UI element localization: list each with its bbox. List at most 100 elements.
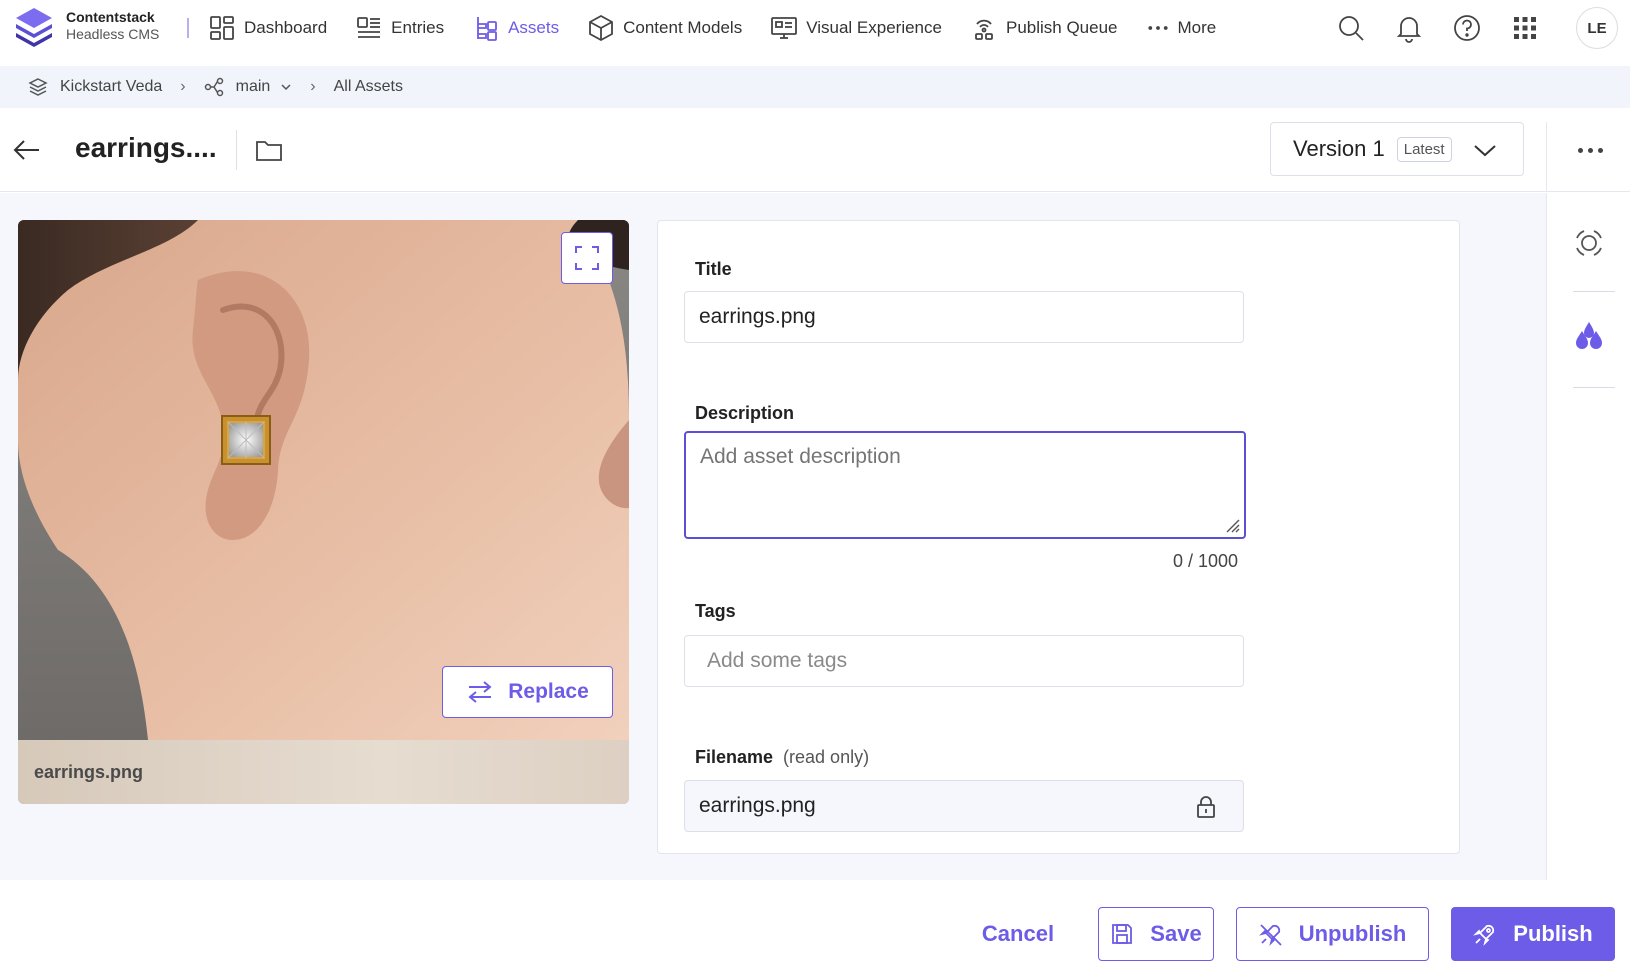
save-label: Save	[1150, 921, 1202, 946]
chevron-down-icon	[1474, 145, 1496, 157]
description-char-count: 0 / 1000	[1172, 551, 1238, 571]
breadcrumb-stack-label: Kickstart Veda	[60, 78, 163, 95]
floppy-disk-icon	[1112, 924, 1133, 944]
nav-visual-experience-label: Visual Experience	[806, 18, 942, 37]
filename-label-text: Filename	[695, 747, 774, 767]
publish-queue-icon	[975, 19, 993, 40]
filename-value: earrings.png	[699, 794, 816, 817]
asset-header: earrings.... Version 1 Latest	[0, 108, 1630, 192]
nav-dashboard-label: Dashboard	[244, 18, 328, 37]
main-nav: Dashboard Entries Assets Content Models …	[208, 0, 1244, 56]
version-dropdown[interactable]: Version 1 Latest	[1270, 122, 1524, 176]
swap-arrows-icon	[468, 681, 492, 703]
search-icon	[1339, 16, 1364, 41]
notifications-button[interactable]	[1392, 11, 1426, 45]
folder-icon	[256, 141, 282, 161]
cancel-button[interactable]: Cancel	[968, 907, 1068, 961]
back-button[interactable]	[12, 136, 44, 164]
tags-input[interactable]: Add some tags	[684, 635, 1244, 687]
publish-button[interactable]: Publish	[1451, 907, 1615, 961]
focal-point-button[interactable]	[1569, 223, 1609, 263]
asset-caption: earrings.png	[18, 740, 629, 804]
user-avatar[interactable]: LE	[1576, 7, 1618, 49]
chevron-right-icon: ›	[180, 78, 186, 95]
search-button[interactable]	[1334, 11, 1368, 45]
target-icon	[1576, 230, 1602, 256]
kebab-dot	[1578, 147, 1583, 153]
top-navigation: Contentstack Headless CMS Dashboard Entr…	[0, 0, 1630, 66]
app-drops-icon	[1576, 322, 1602, 349]
nav-publish-queue[interactable]: Publish Queue	[970, 14, 1118, 42]
action-footer: Cancel Save Unpublish Publish	[0, 880, 1630, 968]
brand: Contentstack Headless CMS	[66, 9, 159, 43]
filename-label: Filename (read only)	[695, 747, 869, 768]
assets-icon	[477, 17, 497, 41]
breadcrumb-stack[interactable]: Kickstart Veda	[28, 77, 162, 97]
breadcrumb-page[interactable]: All Assets	[334, 78, 403, 96]
replace-button[interactable]: Replace	[442, 666, 613, 718]
arrow-left-icon	[13, 140, 39, 160]
unpublish-button[interactable]: Unpublish	[1236, 907, 1429, 961]
stack-layers-icon	[28, 78, 48, 96]
dashboard-icon	[210, 16, 234, 40]
rail-divider	[1573, 291, 1615, 292]
nav-visual-experience[interactable]: Visual Experience	[770, 14, 942, 42]
more-options-button[interactable]	[1578, 142, 1612, 158]
fullscreen-button[interactable]	[561, 232, 613, 284]
asset-details-form: Title earrings.png Description 0 / 1000 …	[657, 220, 1460, 854]
nav-assets[interactable]: Assets	[472, 14, 559, 42]
help-icon	[1454, 15, 1480, 41]
rocket-icon	[1473, 924, 1495, 946]
breadcrumb-page-label: All Assets	[333, 78, 403, 95]
grid-icon	[1514, 17, 1536, 39]
chevron-right-icon: ›	[310, 78, 316, 95]
breadcrumb: Kickstart Veda › main › All Assets	[0, 66, 1630, 108]
version-label: Version 1	[1293, 136, 1385, 161]
brand-name: Contentstack	[66, 9, 155, 25]
folder-button[interactable]	[254, 136, 286, 164]
main-content: Replace earrings.png Title earrings.png …	[0, 193, 1546, 880]
filename-readonly-note: (read only)	[783, 747, 870, 767]
nav-content-models[interactable]: Content Models	[587, 14, 742, 42]
header-divider	[1546, 122, 1547, 192]
lock-icon	[1197, 796, 1215, 818]
nav-entries[interactable]: Entries	[355, 14, 444, 42]
entries-icon	[357, 17, 381, 38]
app-switcher-button[interactable]	[1508, 11, 1542, 45]
description-textarea[interactable]	[684, 431, 1246, 539]
kebab-dot	[1588, 147, 1593, 153]
nav-dashboard[interactable]: Dashboard	[208, 14, 327, 42]
chevron-down-icon	[281, 84, 291, 91]
nav-more-label: More	[1177, 18, 1217, 37]
earring-photo-illustration	[18, 220, 629, 740]
expand-icon	[575, 246, 599, 270]
nav-content-models-label: Content Models	[623, 18, 743, 37]
extension-app-button[interactable]	[1569, 315, 1609, 355]
breadcrumb-branch[interactable]: main	[204, 77, 293, 97]
rail-divider	[1573, 387, 1615, 388]
replace-label: Replace	[508, 680, 589, 703]
nav-entries-label: Entries	[391, 18, 445, 37]
brand-subtitle: Headless CMS	[66, 26, 160, 42]
kebab-dot	[1598, 147, 1603, 153]
tags-label: Tags	[695, 601, 736, 621]
title-divider	[236, 130, 237, 170]
brand-divider	[187, 18, 189, 38]
version-latest-badge: Latest	[1396, 136, 1452, 162]
resize-handle-icon[interactable]	[1224, 517, 1240, 533]
bell-icon	[1396, 17, 1422, 43]
filename-field: earrings.png	[684, 780, 1244, 832]
branch-icon	[204, 77, 223, 97]
asset-preview-image	[18, 220, 629, 740]
title-input[interactable]: earrings.png	[684, 291, 1244, 343]
title-label: Title	[695, 259, 732, 279]
more-dots-icon	[1147, 26, 1168, 30]
asset-preview-card: Replace earrings.png	[18, 220, 629, 804]
help-button[interactable]	[1450, 11, 1484, 45]
publish-label: Publish	[1513, 921, 1593, 946]
nav-more[interactable]: More	[1146, 14, 1217, 42]
save-button[interactable]: Save	[1098, 907, 1214, 961]
description-label: Description	[695, 403, 795, 423]
page-title: earrings....	[75, 132, 217, 163]
nav-publish-queue-label: Publish Queue	[1005, 18, 1118, 37]
